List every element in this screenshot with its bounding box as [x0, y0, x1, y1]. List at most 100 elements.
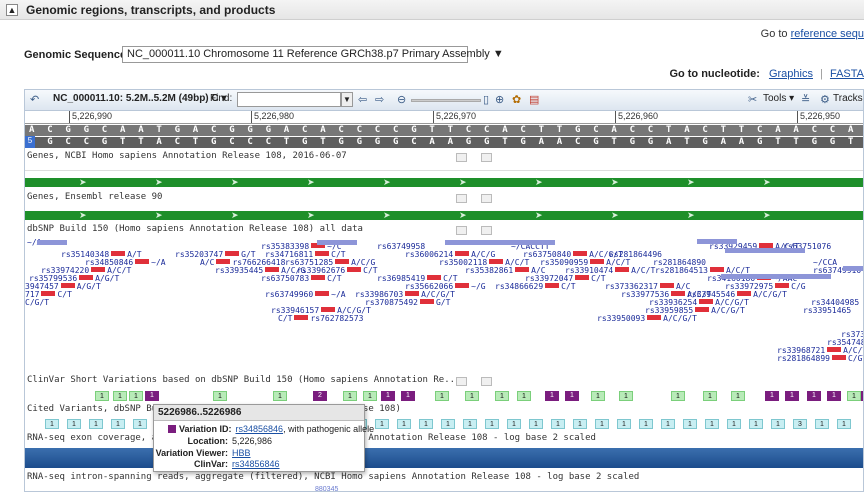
clinvar-variant[interactable]: 1: [731, 391, 745, 401]
cited-variant[interactable]: 1: [485, 419, 499, 429]
graphics-link[interactable]: Graphics: [769, 68, 813, 80]
clinvar-variant[interactable]: 1: [129, 391, 143, 401]
indel-bar[interactable]: [445, 240, 555, 245]
snp-feature[interactable]: rs33950093 A/C/G/T: [597, 314, 697, 323]
clinvar-variant[interactable]: 1: [545, 391, 559, 401]
indel-bar[interactable]: [317, 240, 357, 245]
cited-variant[interactable]: 1: [815, 419, 829, 429]
selection-marker-icon[interactable]: 5: [25, 136, 35, 148]
cited-variant[interactable]: 3: [793, 419, 807, 429]
forward-arrow-icon[interactable]: ⇨: [375, 93, 384, 106]
cited-variant[interactable]: 1: [617, 419, 631, 429]
snp-feature[interactable]: C/T rs762782573: [278, 314, 363, 323]
clinvar-variant[interactable]: 1: [381, 391, 395, 401]
clinvar-features[interactable]: 1111112111111111111111111111: [25, 391, 863, 403]
zoom-slider[interactable]: [411, 99, 481, 102]
find-dropdown-icon[interactable]: ▼: [341, 92, 353, 107]
cited-variant[interactable]: 1: [837, 419, 851, 429]
clinvar-variant[interactable]: 1: [145, 391, 159, 401]
cited-variant[interactable]: 1: [639, 419, 653, 429]
rnaseq-exon-coverage[interactable]: [25, 448, 863, 468]
back-arrow-icon[interactable]: ⇦: [358, 93, 367, 106]
clinvar-variant[interactable]: 1: [703, 391, 717, 401]
track-close-button[interactable]: [481, 226, 492, 235]
track-close-button[interactable]: [481, 377, 492, 386]
cited-variant[interactable]: 1: [133, 419, 147, 429]
snp-feature[interactable]: rs34866629 C/T: [495, 282, 576, 291]
clinvar-variant[interactable]: 1: [765, 391, 779, 401]
indel-bar[interactable]: [37, 240, 67, 245]
tools-menu[interactable]: Tools ▾: [763, 93, 794, 104]
genomic-sequence-select[interactable]: NC_000011.10 Chromosome 11 Reference GRC…: [122, 46, 504, 63]
clinvar-variant[interactable]: 1: [363, 391, 377, 401]
clinvar-variant[interactable]: 1: [95, 391, 109, 401]
gene-feature-ensembl[interactable]: ➤ ➤ ➤ ➤ ➤ ➤ ➤ ➤ ➤ ➤: [25, 210, 863, 220]
reset-icon[interactable]: ↶: [30, 93, 39, 106]
cited-variant[interactable]: 1: [89, 419, 103, 429]
track-settings-button[interactable]: [456, 377, 467, 386]
settings-icon[interactable]: ✿: [512, 93, 521, 106]
track-close-button[interactable]: [481, 194, 492, 203]
clinvar-variant[interactable]: 1: [847, 391, 861, 401]
clinvar-variant[interactable]: 1: [213, 391, 227, 401]
section-header[interactable]: ▲ Genomic regions, transcripts, and prod…: [0, 0, 864, 20]
color-legend-icon[interactable]: ▤: [529, 93, 539, 106]
snp-feature[interactable]: C/G/T: [25, 298, 49, 307]
cited-features[interactable]: 1111111111111111111111111111111111311: [25, 419, 863, 431]
tools-icon[interactable]: ✂: [748, 93, 757, 106]
cited-variant[interactable]: 1: [771, 419, 785, 429]
clinvar-variant[interactable]: 1: [807, 391, 821, 401]
cited-variant[interactable]: 1: [727, 419, 741, 429]
clinvar-variant[interactable]: 1: [671, 391, 685, 401]
cited-variant[interactable]: 1: [573, 419, 587, 429]
cited-variant[interactable]: 1: [67, 419, 81, 429]
track-settings-button[interactable]: [456, 194, 467, 203]
clinvar-variant[interactable]: 2: [313, 391, 327, 401]
indel-bar[interactable]: [725, 248, 805, 253]
clinvar-variant[interactable]: 1: [465, 391, 479, 401]
clinvar-variant[interactable]: 1: [565, 391, 579, 401]
snp-feature[interactable]: rs63749960 ~/A: [265, 290, 346, 299]
gene-feature-ncbi[interactable]: ➤ ➤ ➤ ➤ ➤ ➤ ➤ ➤ ➤ ➤: [25, 177, 863, 187]
cited-variant[interactable]: 1: [441, 419, 455, 429]
clinvar-variant[interactable]: 1: [517, 391, 531, 401]
clinvar-variant[interactable]: 1: [619, 391, 633, 401]
variation-id-link[interactable]: rs34856846: [236, 424, 284, 434]
clinvar-variant[interactable]: 1: [273, 391, 287, 401]
clinvar-variant[interactable]: 1: [343, 391, 357, 401]
clinvar-variant[interactable]: 1: [827, 391, 841, 401]
track-close-button[interactable]: [481, 153, 492, 162]
sequence-viewer[interactable]: ↶ NC_000011.10: 5.2M..5.2M (49bp) C ▾ Fi…: [24, 89, 864, 492]
cited-variant[interactable]: 1: [419, 419, 433, 429]
zoom-out-icon[interactable]: ⊖: [397, 93, 406, 106]
cited-variant[interactable]: 1: [683, 419, 697, 429]
clinvar-variant[interactable]: 1: [401, 391, 415, 401]
cited-variant[interactable]: 1: [375, 419, 389, 429]
tracks-menu[interactable]: Tracks ▾: [833, 93, 863, 104]
snp-feature[interactable]: rs370875492 G/T: [365, 298, 450, 307]
dbsnp-features[interactable]: ~/A rs35140348 A/T rs34850846 ~/A rs33974220 A…: [25, 236, 863, 368]
reference-sequence-link[interactable]: reference sequ: [791, 28, 864, 40]
sequence-id-dropdown[interactable]: NC_000011.10: 5.2M..5.2M (49bp) C ▾: [53, 93, 226, 104]
fasta-link[interactable]: FASTA: [830, 68, 864, 80]
clinvar-link[interactable]: rs34856846: [232, 459, 280, 469]
clinvar-variant[interactable]: 1: [435, 391, 449, 401]
snp-feature[interactable]: rs281864899 C/GTG: [777, 354, 863, 363]
clinvar-variant[interactable]: 1: [495, 391, 509, 401]
cited-variant[interactable]: 1: [45, 419, 59, 429]
cited-variant[interactable]: 1: [551, 419, 565, 429]
cited-variant[interactable]: 1: [661, 419, 675, 429]
cited-variant[interactable]: 1: [463, 419, 477, 429]
cited-variant[interactable]: 1: [111, 419, 125, 429]
find-input[interactable]: [237, 92, 341, 107]
indel-bar[interactable]: [697, 239, 737, 244]
cited-variant[interactable]: 1: [705, 419, 719, 429]
cited-variant[interactable]: 1: [749, 419, 763, 429]
cited-variant[interactable]: 1: [529, 419, 543, 429]
cited-variant[interactable]: 1: [595, 419, 609, 429]
clinvar-variant[interactable]: 1: [785, 391, 799, 401]
cited-variant[interactable]: 1: [507, 419, 521, 429]
cited-variant[interactable]: 1: [397, 419, 411, 429]
variation-viewer-link[interactable]: HBB: [232, 448, 251, 458]
indel-bar[interactable]: [721, 274, 831, 279]
